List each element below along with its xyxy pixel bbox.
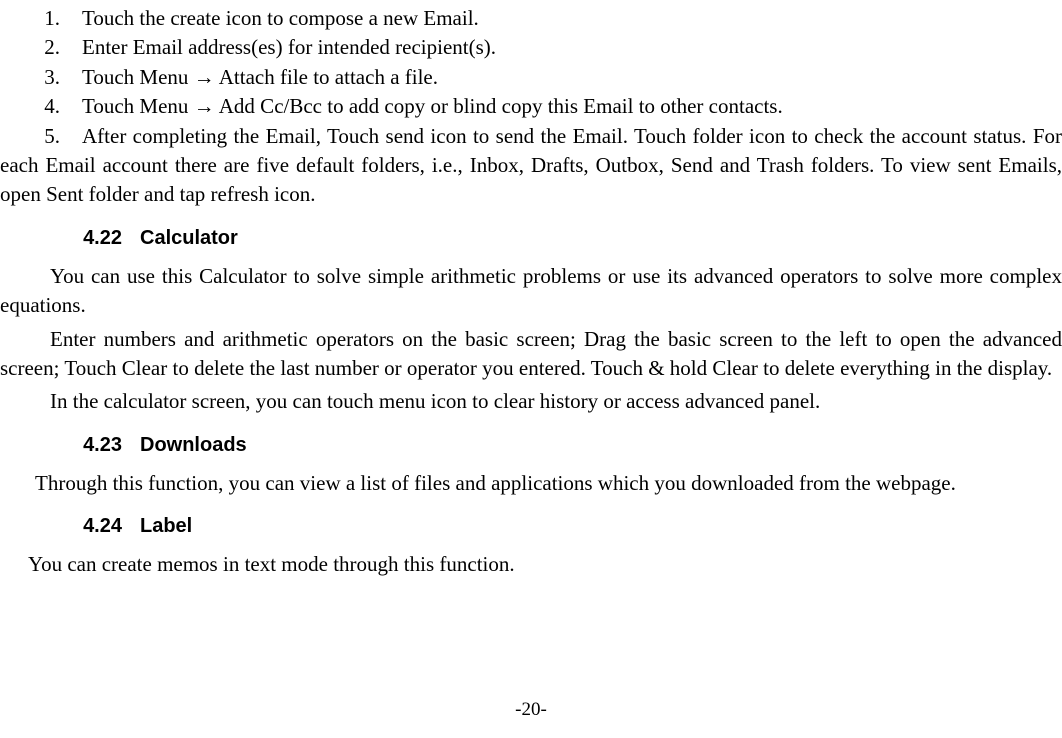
list-item: 4. Touch Menu → Add Cc/Bcc to add copy o… — [0, 92, 1062, 121]
list-number: 3. — [0, 63, 82, 92]
paragraph: Enter numbers and arithmetic operators o… — [0, 325, 1062, 384]
list-text: Touch Menu → Attach file to attach a fil… — [82, 63, 438, 92]
page-number: -20- — [0, 697, 1062, 724]
section-heading-calculator: 4.22 Calculator — [0, 224, 1062, 252]
ordered-list: 1. Touch the create icon to compose a ne… — [0, 4, 1062, 210]
heading-title: Calculator — [140, 224, 238, 252]
section-heading-label: 4.24 Label — [0, 512, 1062, 540]
heading-number: 4.24 — [0, 512, 140, 540]
list-number: 1. — [0, 4, 82, 33]
list-item: 3. Touch Menu → Attach file to attach a … — [0, 63, 1062, 92]
section-heading-downloads: 4.23 Downloads — [0, 431, 1062, 459]
paragraph: You can create memos in text mode throug… — [0, 550, 1062, 579]
list-item: 2. Enter Email address(es) for intended … — [0, 33, 1062, 62]
paragraph: You can use this Calculator to solve sim… — [0, 262, 1062, 321]
list-item: 5.After completing the Email, Touch send… — [0, 122, 1062, 210]
paragraph: Through this function, you can view a li… — [0, 469, 1062, 498]
heading-title: Label — [140, 512, 192, 540]
heading-number: 4.22 — [0, 224, 140, 252]
heading-title: Downloads — [140, 431, 247, 459]
list-number: 5. — [0, 122, 82, 151]
list-text: Touch the create icon to compose a new E… — [82, 4, 479, 33]
list-text: Touch Menu → Add Cc/Bcc to add copy or b… — [82, 92, 783, 121]
page: 1. Touch the create icon to compose a ne… — [0, 0, 1062, 738]
list-item: 1. Touch the create icon to compose a ne… — [0, 4, 1062, 33]
list-text: Enter Email address(es) for intended rec… — [82, 33, 496, 62]
list-number: 2. — [0, 33, 82, 62]
list-text: After completing the Email, Touch send i… — [0, 124, 1062, 207]
list-number: 4. — [0, 92, 82, 121]
heading-number: 4.23 — [0, 431, 140, 459]
paragraph: In the calculator screen, you can touch … — [0, 387, 1062, 416]
